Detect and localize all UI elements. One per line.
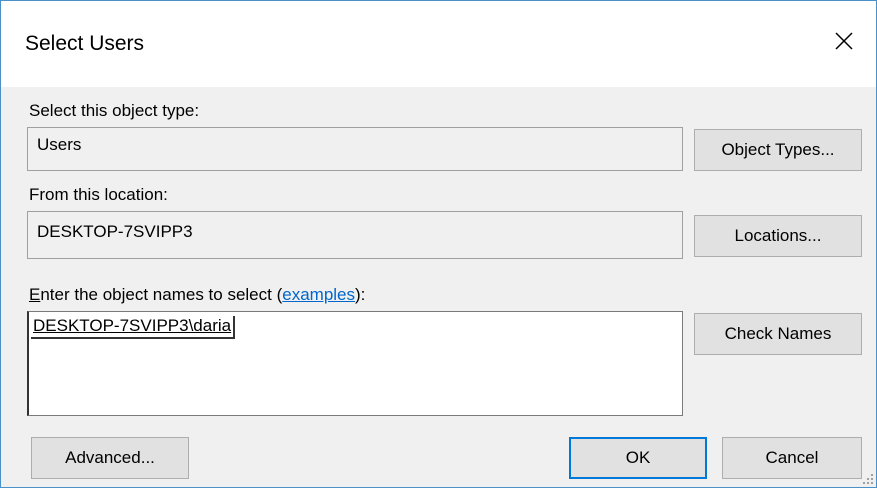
object-type-field: Users <box>27 127 683 171</box>
close-button[interactable] <box>826 23 862 59</box>
location-label: From this location: <box>29 185 168 204</box>
object-type-label: Select this object type: <box>29 101 200 120</box>
ok-button[interactable]: OK <box>569 437 707 479</box>
object-names-label-accel: E <box>29 285 41 304</box>
object-names-label: Enter the object names to select (exampl… <box>29 285 365 305</box>
title-bar: Select Users <box>1 1 876 87</box>
resize-grip-icon[interactable] <box>862 473 874 485</box>
cancel-button[interactable]: Cancel <box>722 437 862 479</box>
object-names-label-text: nter the object names to select ( <box>40 285 283 304</box>
locations-button[interactable]: Locations... <box>694 215 862 257</box>
object-type-value: Users <box>37 135 82 154</box>
object-names-input[interactable]: DESKTOP-7SVIPP3\daria <box>27 311 683 416</box>
advanced-button[interactable]: Advanced... <box>31 437 189 479</box>
check-names-button[interactable]: Check Names <box>694 313 862 355</box>
object-name-entry[interactable]: DESKTOP-7SVIPP3\daria <box>31 316 236 339</box>
select-users-dialog: Select Users Select this object type: Us… <box>0 0 877 488</box>
location-field: DESKTOP-7SVIPP3 <box>27 211 683 259</box>
close-icon <box>835 32 853 50</box>
object-names-label-tail: ): <box>355 285 366 304</box>
location-value: DESKTOP-7SVIPP3 <box>37 222 193 241</box>
examples-link[interactable]: examples <box>282 285 355 304</box>
dialog-title: Select Users <box>25 32 145 55</box>
object-types-button[interactable]: Object Types... <box>694 129 862 171</box>
